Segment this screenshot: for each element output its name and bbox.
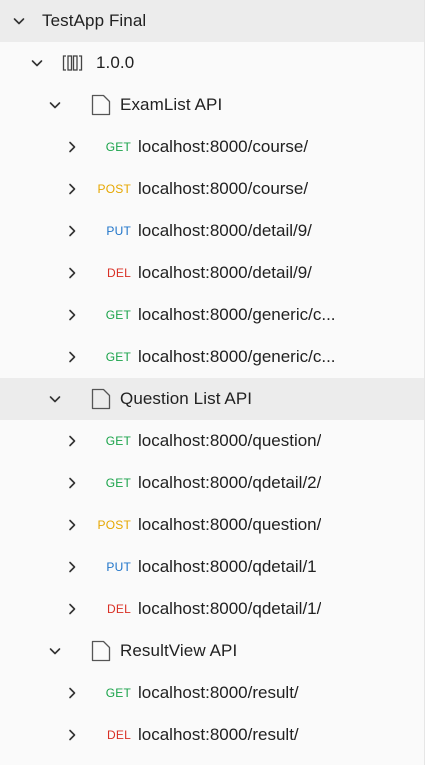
method-badge: DEL — [107, 728, 131, 742]
method-badge: POST — [97, 182, 131, 196]
request-row[interactable]: PUT localhost:8000/detail/9/ — [0, 210, 424, 252]
folder-page-icon — [91, 640, 111, 662]
chevron-down-icon[interactable] — [46, 642, 64, 660]
method-badge: GET — [105, 308, 131, 322]
folder-name: ExamList API — [120, 95, 223, 114]
folder-name: ResultView API — [120, 641, 238, 660]
chevron-right-icon[interactable] — [63, 474, 81, 492]
folder-row[interactable]: ExamList API — [0, 84, 424, 126]
method-badge: PUT — [106, 560, 131, 574]
request-row[interactable]: GET localhost:8000/question/ — [0, 420, 424, 462]
request-url: localhost:8000/question/ — [138, 515, 322, 534]
chevron-right-icon[interactable] — [63, 222, 81, 240]
chevron-right-icon[interactable] — [63, 180, 81, 198]
request-row[interactable]: GET localhost:8000/result/ — [0, 672, 424, 714]
request-row[interactable]: PUT localhost:8000/qdetail/1 — [0, 546, 424, 588]
chevron-right-icon[interactable] — [63, 684, 81, 702]
request-url: localhost:8000/generic/c... — [138, 305, 336, 324]
request-url: localhost:8000/detail/9/ — [138, 221, 312, 240]
method-badge: GET — [105, 350, 131, 364]
method-badge: DEL — [107, 602, 131, 616]
collection-name: TestApp Final — [42, 11, 147, 30]
request-url: localhost:8000/qdetail/1 — [138, 557, 317, 576]
chevron-right-icon[interactable] — [63, 264, 81, 282]
folder-row[interactable]: ResultView API — [0, 630, 424, 672]
chevron-right-icon[interactable] — [63, 348, 81, 366]
method-badge: GET — [105, 476, 131, 490]
request-row[interactable]: GET localhost:8000/generic/c... — [0, 336, 424, 378]
request-url: localhost:8000/qdetail/1/ — [138, 599, 322, 618]
request-url: localhost:8000/course/ — [138, 179, 309, 198]
request-row[interactable]: DEL localhost:8000/qdetail/1/ — [0, 588, 424, 630]
chevron-right-icon[interactable] — [63, 600, 81, 618]
chevron-right-icon[interactable] — [63, 432, 81, 450]
request-row[interactable]: GET localhost:8000/qdetail/2/ — [0, 462, 424, 504]
method-badge: PUT — [106, 224, 131, 238]
version-label: 1.0.0 — [96, 53, 135, 72]
request-url: localhost:8000/result/ — [138, 683, 299, 702]
version-row[interactable]: 1.0.0 — [0, 42, 424, 84]
request-row[interactable]: POST localhost:8000/question/ — [0, 504, 424, 546]
request-row[interactable]: DEL localhost:8000/result/ — [0, 714, 424, 756]
method-badge: GET — [105, 686, 131, 700]
chevron-down-icon[interactable] — [46, 390, 64, 408]
method-badge: POST — [97, 518, 131, 532]
request-url: localhost:8000/detail/9/ — [138, 263, 312, 282]
folder-page-icon — [91, 94, 111, 116]
method-badge: GET — [105, 140, 131, 154]
method-badge: GET — [105, 434, 131, 448]
request-url: localhost:8000/generic/c... — [138, 347, 336, 366]
chevron-right-icon[interactable] — [63, 516, 81, 534]
chevron-down-icon[interactable] — [46, 96, 64, 114]
folder-row[interactable]: Question List API — [0, 378, 424, 420]
collection-tree: TestApp Final 1.0.0 ExamList API GET loc… — [0, 0, 425, 765]
request-row[interactable]: GET localhost:8000/course/ — [0, 126, 424, 168]
method-badge: DEL — [107, 266, 131, 280]
request-row[interactable]: POST localhost:8000/course/ — [0, 168, 424, 210]
collection-row[interactable]: TestApp Final — [0, 0, 424, 42]
folder-page-icon — [91, 388, 111, 410]
folder-name: Question List API — [120, 389, 253, 408]
version-brackets-icon — [61, 53, 83, 73]
request-row[interactable]: DEL localhost:8000/detail/9/ — [0, 252, 424, 294]
chevron-right-icon[interactable] — [63, 726, 81, 744]
request-row[interactable]: GET localhost:8000/generic/c... — [0, 294, 424, 336]
request-url: localhost:8000/qdetail/2/ — [138, 473, 322, 492]
request-url: localhost:8000/course/ — [138, 137, 309, 156]
request-url: localhost:8000/result/ — [138, 725, 299, 744]
chevron-right-icon[interactable] — [63, 138, 81, 156]
chevron-down-icon[interactable] — [28, 54, 46, 72]
chevron-right-icon[interactable] — [63, 306, 81, 324]
chevron-down-icon[interactable] — [10, 12, 28, 30]
request-url: localhost:8000/question/ — [138, 431, 322, 450]
chevron-right-icon[interactable] — [63, 558, 81, 576]
